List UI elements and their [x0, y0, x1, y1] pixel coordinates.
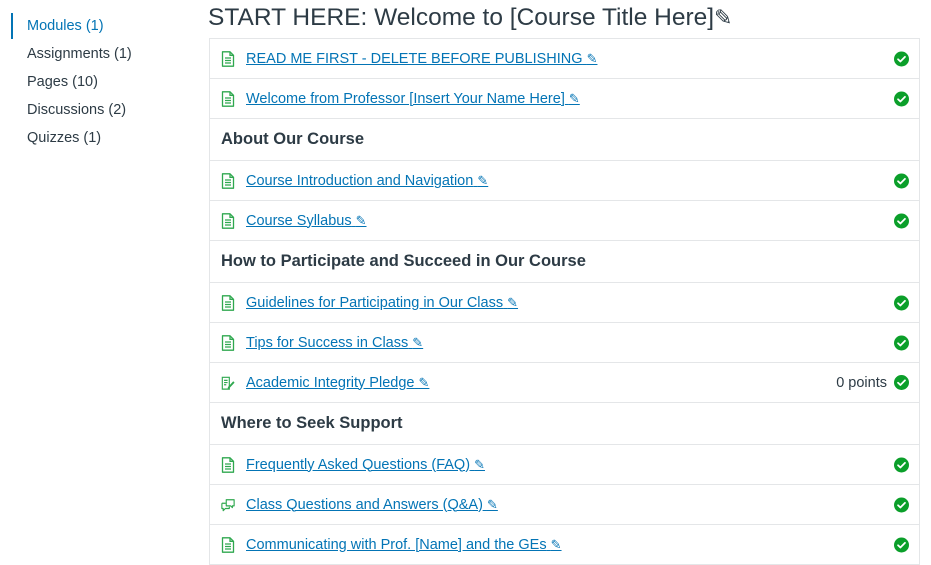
item-status-area [894, 457, 909, 472]
module-item-title: Frequently Asked Questions (FAQ) [246, 456, 471, 473]
module-item-row: READ ME FIRST - DELETE BEFORE PUBLISHING… [210, 39, 919, 79]
module-item-row: Guidelines for Participating in Our Clas… [210, 283, 919, 323]
complete-check-icon [894, 213, 909, 228]
module-title-text: START HERE: Welcome to [Course Title Her… [208, 4, 715, 31]
item-status-area [894, 173, 909, 188]
item-status-area [894, 51, 909, 66]
page-icon [221, 334, 235, 351]
item-status-area [894, 91, 909, 106]
module-subheader: Where to Seek Support [210, 403, 919, 445]
page-icon [221, 456, 235, 473]
complete-check-icon [894, 51, 909, 66]
points-label: 0 points [836, 374, 887, 391]
module-item-link[interactable]: Frequently Asked Questions (FAQ) ✎ [246, 457, 485, 473]
edit-pencil-icon[interactable]: ✎ [477, 173, 488, 188]
module-items-list: READ ME FIRST - DELETE BEFORE PUBLISHING… [209, 38, 920, 565]
sidebar-item-assignments[interactable]: Assignments (1) [0, 40, 190, 68]
complete-check-icon [894, 173, 909, 188]
edit-pencil-icon[interactable]: ✎ [356, 213, 367, 228]
page-icon [221, 50, 235, 67]
module-item-title: Communicating with Prof. [Name] and the … [246, 536, 547, 553]
module-item-title: Course Syllabus [246, 212, 352, 229]
page-icon [221, 294, 235, 311]
sidebar-item-discussions[interactable]: Discussions (2) [0, 96, 190, 124]
module-item-row: Academic Integrity Pledge ✎ 0 points [210, 363, 919, 403]
item-status-area [894, 335, 909, 350]
edit-pencil-icon[interactable]: ✎ [587, 51, 598, 66]
module-item-link[interactable]: Communicating with Prof. [Name] and the … [246, 537, 562, 553]
complete-check-icon [894, 375, 909, 390]
module-item-row: Course Introduction and Navigation ✎ [210, 161, 919, 201]
module-item-link[interactable]: Course Introduction and Navigation ✎ [246, 173, 488, 189]
edit-pencil-icon[interactable]: ✎ [487, 497, 498, 512]
complete-check-icon [894, 457, 909, 472]
page-icon [221, 212, 235, 229]
module-item-title: Class Questions and Answers (Q&A) [246, 496, 483, 513]
module-item-row: Frequently Asked Questions (FAQ) ✎ [210, 445, 919, 485]
module-item-link[interactable]: Welcome from Professor [Insert Your Name… [246, 91, 580, 107]
module-item-title: Tips for Success in Class [246, 334, 409, 351]
module-item-row: Tips for Success in Class ✎ [210, 323, 919, 363]
module-item-row: Communicating with Prof. [Name] and the … [210, 525, 919, 565]
complete-check-icon [894, 295, 909, 310]
complete-check-icon [894, 91, 909, 106]
module-item-link[interactable]: Class Questions and Answers (Q&A) ✎ [246, 497, 498, 513]
module-subheader: About Our Course [210, 119, 919, 161]
edit-pencil-icon[interactable]: ✎ [474, 457, 485, 472]
discussion-icon [221, 497, 235, 513]
item-status-area [894, 497, 909, 512]
module-item-title: Guidelines for Participating in Our Clas… [246, 294, 504, 311]
module-item-row: Course Syllabus ✎ [210, 201, 919, 241]
page-icon [221, 90, 235, 107]
edit-pencil-icon[interactable]: ✎ [551, 537, 562, 552]
page-icon [221, 536, 235, 553]
item-status-area [894, 295, 909, 310]
item-status-area [894, 213, 909, 228]
item-status-area [894, 537, 909, 552]
module-title: START HERE: Welcome to [Course Title Her… [208, 2, 732, 34]
sidebar-item-pages[interactable]: Pages (10) [0, 68, 190, 96]
item-status-area: 0 points [836, 375, 909, 391]
subheader-label: Where to Seek Support [221, 414, 403, 432]
assignment-icon [221, 375, 235, 391]
module-item-title: Welcome from Professor [Insert Your Name… [246, 90, 565, 107]
page-icon [221, 172, 235, 189]
module-item-title: Academic Integrity Pledge [246, 374, 415, 391]
edit-pencil-icon[interactable]: ✎ [418, 375, 429, 390]
complete-check-icon [894, 497, 909, 512]
module-item-link[interactable]: Guidelines for Participating in Our Clas… [246, 295, 518, 311]
module-item-row: Welcome from Professor [Insert Your Name… [210, 79, 919, 119]
module-item-link[interactable]: Tips for Success in Class ✎ [246, 335, 423, 351]
edit-pencil-icon[interactable]: ✎ [507, 295, 518, 310]
module-item-link[interactable]: Course Syllabus ✎ [246, 213, 367, 229]
module-item-row: Class Questions and Answers (Q&A) ✎ [210, 485, 919, 525]
sidebar-item-quizzes[interactable]: Quizzes (1) [0, 124, 190, 152]
complete-check-icon [894, 537, 909, 552]
sidebar-item-modules[interactable]: Modules (1) [0, 12, 190, 40]
course-sidebar-nav: Modules (1) Assignments (1) Pages (10) D… [0, 0, 190, 152]
module-subheader: How to Participate and Succeed in Our Co… [210, 241, 919, 283]
edit-title-pencil-icon[interactable]: ✎ [714, 5, 732, 30]
complete-check-icon [894, 335, 909, 350]
subheader-label: About Our Course [221, 130, 364, 148]
subheader-label: How to Participate and Succeed in Our Co… [221, 252, 586, 270]
module-item-title: Course Introduction and Navigation [246, 172, 474, 189]
edit-pencil-icon[interactable]: ✎ [412, 335, 423, 350]
module-item-link[interactable]: READ ME FIRST - DELETE BEFORE PUBLISHING… [246, 51, 597, 67]
module-item-link[interactable]: Academic Integrity Pledge ✎ [246, 375, 429, 391]
edit-pencil-icon[interactable]: ✎ [569, 91, 580, 106]
module-item-title: READ ME FIRST - DELETE BEFORE PUBLISHING [246, 50, 583, 67]
